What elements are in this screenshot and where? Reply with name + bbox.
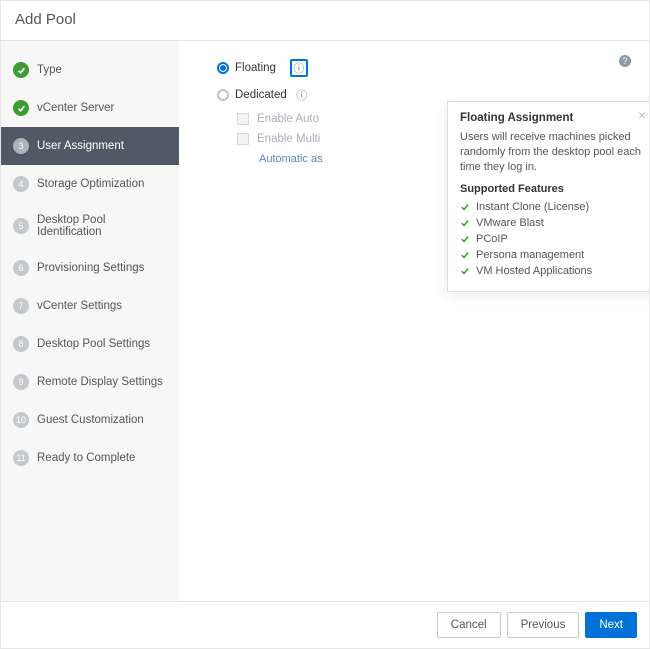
step-number-badge: 9 bbox=[13, 374, 29, 390]
step-number-badge: 11 bbox=[13, 450, 29, 466]
cancel-button[interactable]: Cancel bbox=[437, 612, 501, 638]
popover-body: Users will receive machines picked rando… bbox=[460, 130, 642, 175]
popover-title: Floating Assignment bbox=[460, 112, 642, 124]
step-number-badge: 4 bbox=[13, 176, 29, 192]
wizard-body: Type vCenter Server 3 User Assignment 4 Stora… bbox=[1, 41, 649, 601]
step-number-badge: 10 bbox=[13, 412, 29, 428]
option-dedicated-label: Dedicated bbox=[235, 89, 287, 101]
previous-button[interactable]: Previous bbox=[507, 612, 580, 638]
step-label: Desktop Pool Settings bbox=[37, 338, 150, 350]
checkbox-enable-multi-label: Enable Multi bbox=[257, 133, 320, 145]
option-floating-label: Floating bbox=[235, 62, 276, 74]
floating-info-popover: × Floating Assignment Users will receive… bbox=[447, 101, 649, 292]
popover-supported-title: Supported Features bbox=[460, 183, 642, 195]
page-title: Add Pool bbox=[15, 11, 635, 28]
close-icon[interactable]: × bbox=[638, 108, 646, 122]
step-number-badge: 3 bbox=[13, 138, 29, 154]
next-button[interactable]: Next bbox=[585, 612, 637, 638]
step-user-assignment[interactable]: 3 User Assignment bbox=[1, 127, 179, 165]
step-number-badge: 8 bbox=[13, 336, 29, 352]
checkbox-enable-auto-label: Enable Auto bbox=[257, 113, 319, 125]
step-label: Remote Display Settings bbox=[37, 376, 163, 388]
info-icon-dedicated[interactable]: ⓘ bbox=[293, 87, 311, 103]
step-label: Guest Customization bbox=[37, 414, 144, 426]
step-desktop-pool-identification[interactable]: 5 Desktop Pool Identification bbox=[1, 203, 179, 249]
step-label: Ready to Complete bbox=[37, 452, 135, 464]
help-icon[interactable]: ? bbox=[619, 55, 631, 67]
check-icon bbox=[13, 100, 29, 116]
step-label: Provisioning Settings bbox=[37, 262, 144, 274]
option-floating-row[interactable]: Floating ⓘ bbox=[217, 59, 631, 77]
popover-feature-list: Instant Clone (License) VMware Blast PCoIP… bbox=[460, 199, 642, 279]
feature-item: PCoIP bbox=[460, 231, 642, 247]
check-icon bbox=[13, 62, 29, 78]
checkbox-enable-multi bbox=[237, 133, 249, 145]
step-ready-to-complete[interactable]: 11 Ready to Complete bbox=[1, 439, 179, 477]
wizard-steps-sidebar: Type vCenter Server 3 User Assignment 4 Stora… bbox=[1, 41, 179, 601]
feature-item: VM Hosted Applications bbox=[460, 263, 642, 279]
radio-floating[interactable] bbox=[217, 62, 229, 74]
step-number-badge: 5 bbox=[13, 218, 29, 234]
feature-item: Instant Clone (License) bbox=[460, 199, 642, 215]
feature-item: VMware Blast bbox=[460, 215, 642, 231]
step-storage-optimization[interactable]: 4 Storage Optimization bbox=[1, 165, 179, 203]
step-remote-display-settings[interactable]: 9 Remote Display Settings bbox=[1, 363, 179, 401]
step-guest-customization[interactable]: 10 Guest Customization bbox=[1, 401, 179, 439]
feature-label: VM Hosted Applications bbox=[476, 265, 592, 277]
step-number-badge: 7 bbox=[13, 298, 29, 314]
feature-label: PCoIP bbox=[476, 233, 508, 245]
step-provisioning-settings[interactable]: 6 Provisioning Settings bbox=[1, 249, 179, 287]
feature-label: Persona management bbox=[476, 249, 584, 261]
info-icon-floating[interactable]: ⓘ bbox=[290, 59, 308, 77]
step-label: Desktop Pool Identification bbox=[37, 214, 167, 238]
step-vcenter-server[interactable]: vCenter Server bbox=[1, 89, 179, 127]
step-label: vCenter Server bbox=[37, 102, 114, 114]
wizard-main: ? Floating ⓘ Dedicated ⓘ Enable Auto bbox=[179, 41, 649, 601]
step-type[interactable]: Type bbox=[1, 51, 179, 89]
step-label: User Assignment bbox=[37, 140, 124, 152]
step-desktop-pool-settings[interactable]: 8 Desktop Pool Settings bbox=[1, 325, 179, 363]
wizard-header: Add Pool bbox=[1, 1, 649, 41]
step-label: Storage Optimization bbox=[37, 178, 144, 190]
step-label: vCenter Settings bbox=[37, 300, 122, 312]
step-label: Type bbox=[37, 64, 62, 76]
feature-label: VMware Blast bbox=[476, 217, 544, 229]
radio-dedicated[interactable] bbox=[217, 89, 229, 101]
step-vcenter-settings[interactable]: 7 vCenter Settings bbox=[1, 287, 179, 325]
feature-label: Instant Clone (License) bbox=[476, 201, 589, 213]
checkbox-enable-auto bbox=[237, 113, 249, 125]
wizard-shell: Add Pool Type vCenter Server 3 User Assignm… bbox=[0, 0, 650, 649]
step-number-badge: 6 bbox=[13, 260, 29, 276]
feature-item: Persona management bbox=[460, 247, 642, 263]
wizard-footer: Cancel Previous Next bbox=[1, 601, 649, 648]
